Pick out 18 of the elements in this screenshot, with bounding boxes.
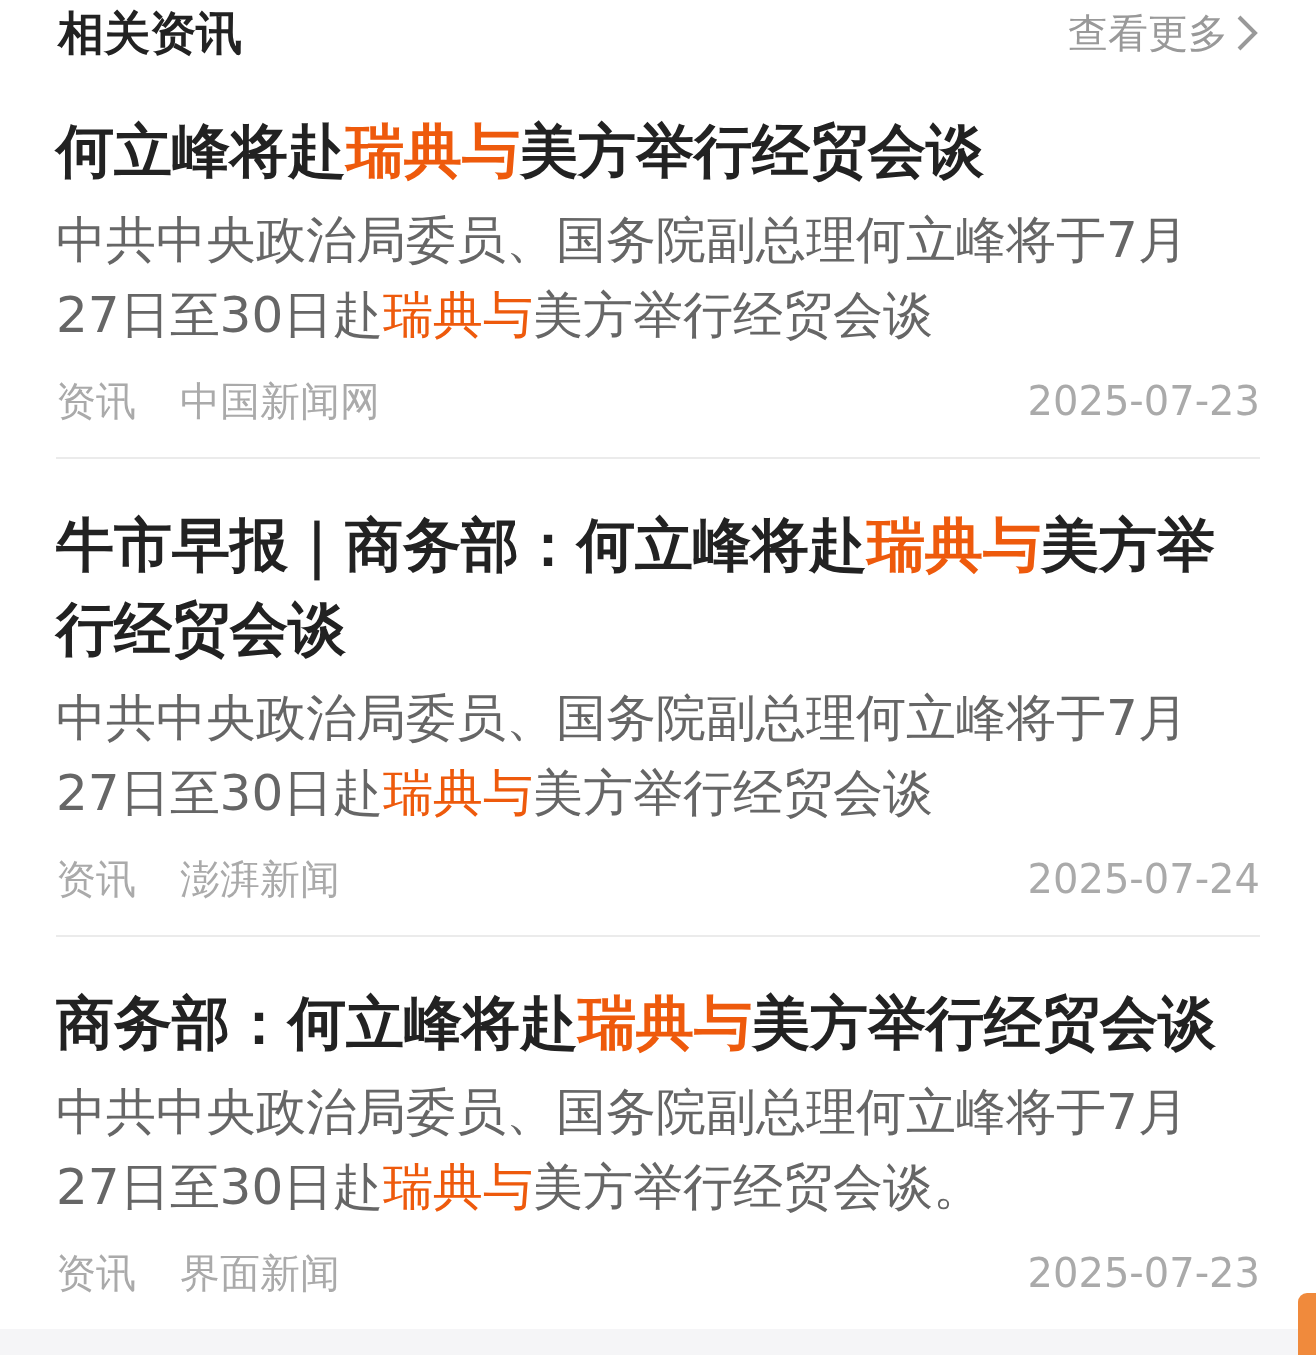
source-label: 澎湃新闻 — [180, 855, 340, 905]
article-title[interactable]: 何立峰将赴瑞典与美方举行经贸会谈 — [56, 109, 1260, 194]
section-title: 相关资讯 — [58, 9, 242, 56]
date-label: 2025-07-23 — [1027, 1249, 1260, 1299]
category-label: 资讯 — [56, 377, 136, 427]
article-summary: 中共中央政治局委员、国务院副总理何立峰将于7月27日至30日赴瑞典与美方举行经贸会谈 — [56, 210, 1189, 347]
date-label: 2025-07-24 — [1027, 855, 1260, 905]
chevron-right-icon — [1236, 13, 1258, 52]
scroll-indicator — [1298, 1293, 1316, 1355]
category-label: 资讯 — [56, 1249, 136, 1299]
category-label: 资讯 — [56, 855, 136, 905]
date-label: 2025-07-23 — [1027, 377, 1260, 427]
source-label: 界面新闻 — [180, 1249, 340, 1299]
article-title[interactable]: 商务部：何立峰将赴瑞典与美方举行经贸会谈 — [56, 981, 1260, 1066]
article-summary: 中共中央政治局委员、国务院副总理何立峰将于7月27日至30日赴瑞典与美方举行经贸会谈。 — [56, 1082, 1189, 1219]
source-label: 中国新闻网 — [180, 377, 380, 427]
article-summary: 中共中央政治局委员、国务院副总理何立峰将于7月27日至30日赴瑞典与美方举行经贸会谈 — [56, 688, 1189, 825]
article-title[interactable]: 牛市早报｜商务部：何立峰将赴瑞典与美方举行经贸会谈 — [56, 503, 1260, 672]
